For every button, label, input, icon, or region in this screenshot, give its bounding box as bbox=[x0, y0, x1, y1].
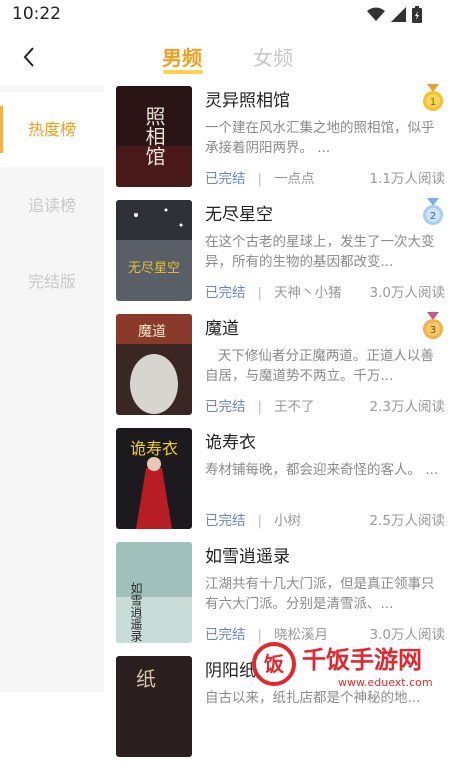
book-item[interactable]: 如雪逍遥录 如雪逍遥录 江湖共有十几大门派，但是真正领事只有六大门派。分别是清雪… bbox=[104, 542, 460, 656]
svg-text:3: 3 bbox=[430, 325, 436, 336]
cover-title-text: 照相馆 bbox=[142, 106, 166, 166]
tab-indicator bbox=[163, 70, 203, 74]
book-description: 自古以来，纸扎店都是个神秘的地... bbox=[205, 690, 421, 706]
status-bar: 10:22 bbox=[0, 0, 460, 28]
svg-text:饭: 饭 bbox=[264, 652, 284, 676]
book-status: 已完结 bbox=[205, 171, 246, 187]
tab-female[interactable]: 女频 bbox=[253, 42, 293, 71]
svg-text:2: 2 bbox=[430, 211, 436, 222]
bronze-medal-icon: 3 bbox=[423, 312, 443, 339]
book-author: 天神丶小猪 bbox=[274, 285, 342, 301]
book-item[interactable]: 照相馆 灵异照相馆 1 一个建在风水汇集之地的照相馆，似乎承接着阴阳两界。 ..… bbox=[104, 84, 460, 200]
book-author: 小树 bbox=[274, 513, 302, 529]
book-reads: 1.1万人阅读 bbox=[369, 171, 445, 187]
book-author: 王不了 bbox=[274, 399, 315, 415]
sidebar-item-following[interactable]: 追读榜 bbox=[0, 168, 104, 243]
book-cover: 诡寿衣 bbox=[116, 428, 192, 529]
book-description: 江湖共有十几大门派，但是真正领事只有六大门派。分别是清雪派、... bbox=[205, 576, 435, 612]
book-cover: 无尽星空 bbox=[116, 200, 192, 301]
signal-icon bbox=[391, 7, 406, 22]
sidebar: 热度榜 追读榜 完结版 bbox=[0, 86, 104, 692]
status-time: 10:22 bbox=[12, 4, 61, 24]
cover-title-text: 诡寿衣 bbox=[130, 439, 178, 458]
book-description: 在这个古老的星球上，发生了一次大变异，所有的生物的基因都改变... bbox=[205, 234, 435, 270]
book-cover: 照相馆 bbox=[116, 86, 192, 187]
book-title: 阴阳纸 bbox=[205, 661, 256, 681]
cover-title-text: 如雪逍遥录 bbox=[129, 581, 143, 642]
back-button[interactable] bbox=[14, 38, 44, 74]
cover-title-text: 魔道 bbox=[138, 324, 166, 340]
book-status: 已完结 bbox=[205, 285, 246, 301]
svg-text:1: 1 bbox=[430, 97, 436, 108]
book-meta: 已完结 | 小树 2.5万人阅读 bbox=[205, 509, 445, 529]
book-title: 诡寿衣 bbox=[205, 433, 256, 453]
watermark: 饭 千饭手游网 www.eduext.com bbox=[250, 640, 460, 692]
book-reads: 3.0万人阅读 bbox=[369, 285, 445, 301]
book-status: 已完结 bbox=[205, 513, 246, 529]
book-cover: 纸 bbox=[116, 656, 192, 757]
book-title: 如雪逍遥录 bbox=[205, 547, 290, 567]
book-title: 灵异照相馆 bbox=[205, 91, 290, 111]
book-title: 魔道 bbox=[205, 319, 239, 339]
battery-icon bbox=[412, 6, 422, 23]
book-reads: 2.5万人阅读 bbox=[369, 513, 445, 529]
sidebar-item-hot[interactable]: 热度榜 bbox=[0, 92, 104, 167]
tab-male[interactable]: 男频 bbox=[162, 42, 202, 71]
book-description: 天下修仙者分正魔两道。正道人以善自居，与魔道势不两立。千万... bbox=[205, 348, 434, 384]
book-list: 照相馆 灵异照相馆 1 一个建在风水汇集之地的照相馆，似乎承接着阴阳两界。 ..… bbox=[104, 84, 460, 757]
book-status: 已完结 bbox=[205, 399, 246, 415]
book-item[interactable]: 无尽星空 无尽星空 2 在这个古老的星球上，发生了一次大变异，所有的生物的基因都… bbox=[104, 198, 460, 314]
book-title: 无尽星空 bbox=[205, 205, 273, 225]
book-description: 寿材铺每晚，都会迎来奇怪的客人。 ... bbox=[205, 462, 439, 478]
sidebar-item-completed[interactable]: 完结版 bbox=[0, 244, 104, 319]
book-cover: 魔道 bbox=[116, 314, 192, 415]
status-icons bbox=[367, 6, 422, 23]
header: 男频 女频 bbox=[0, 28, 460, 86]
book-meta: 已完结 | 一点点 1.1万人阅读 bbox=[205, 167, 445, 187]
book-meta: 已完结 | 天神丶小猪 3.0万人阅读 bbox=[205, 281, 445, 301]
book-item[interactable]: 诡寿衣 诡寿衣 寿材铺每晚，都会迎来奇怪的客人。 ... 已完结 | 小树 2.5万… bbox=[104, 428, 460, 542]
cover-title-text: 无尽星空 bbox=[128, 261, 180, 276]
book-author: 一点点 bbox=[274, 171, 315, 187]
wifi-icon bbox=[367, 7, 385, 21]
book-item[interactable]: 魔道 魔道 3 天下修仙者分正魔两道。正道人以善自居，与魔道势不两立。千万...… bbox=[104, 312, 460, 428]
book-reads: 2.3万人阅读 bbox=[369, 399, 445, 415]
watermark-url: www.eduext.com bbox=[338, 676, 433, 689]
silver-medal-icon: 2 bbox=[423, 198, 443, 225]
gold-medal-icon: 1 bbox=[423, 84, 443, 111]
watermark-title: 千饭手游网 bbox=[302, 646, 422, 674]
book-meta: 已完结 | 王不了 2.3万人阅读 bbox=[205, 395, 445, 415]
cover-title-text: 纸 bbox=[136, 667, 156, 691]
book-status: 已完结 bbox=[205, 627, 246, 643]
book-cover: 如雪逍遥录 bbox=[116, 542, 192, 643]
book-description: 一个建在风水汇集之地的照相馆，似乎承接着阴阳两界。 ... bbox=[205, 120, 435, 156]
chevron-left-icon bbox=[23, 47, 34, 67]
